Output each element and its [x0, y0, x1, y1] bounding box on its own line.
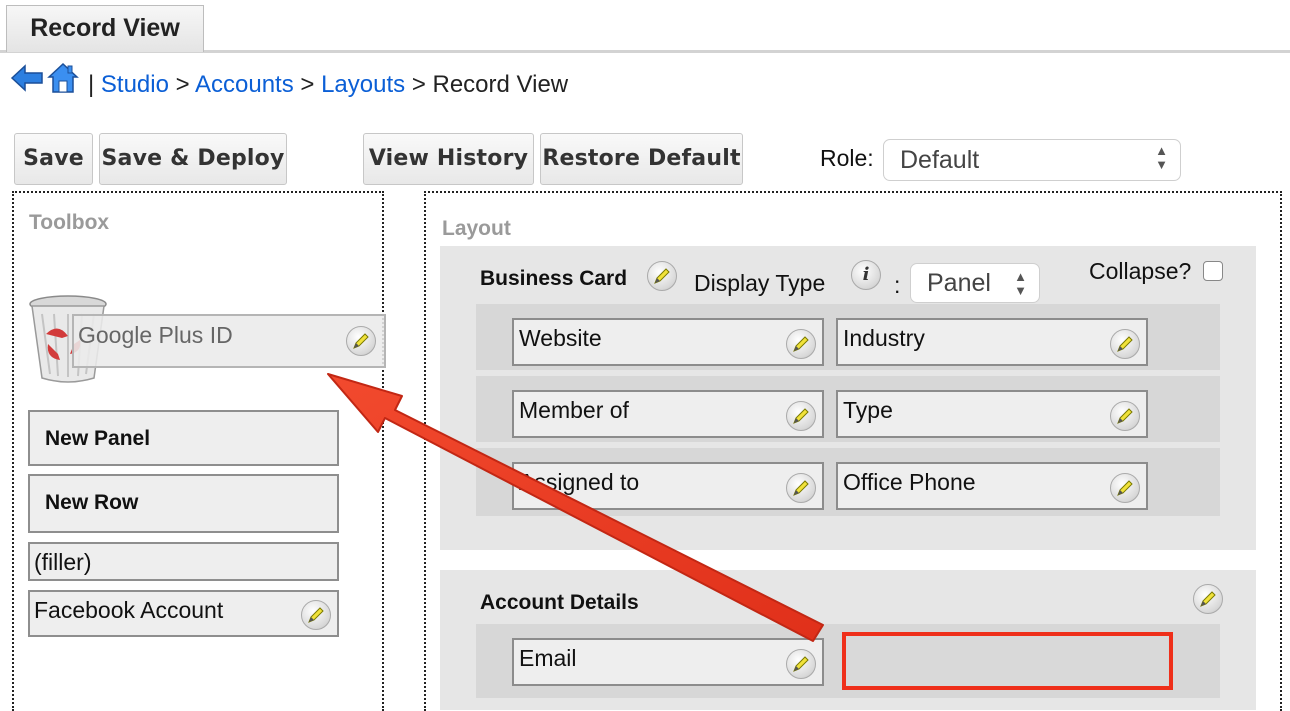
toolbox-title: Toolbox: [29, 211, 110, 234]
new-row-item[interactable]: New Row: [28, 474, 339, 533]
breadcrumb-arrow: >: [175, 71, 190, 98]
new-row-label: New Row: [45, 491, 139, 514]
field-label: Email: [519, 645, 577, 671]
breadcrumb-layouts[interactable]: Layouts: [321, 71, 405, 98]
breadcrumb: | Studio > Accounts > Layouts > Record V…: [88, 70, 568, 100]
field-label: Assigned to: [519, 469, 640, 495]
pencil-icon[interactable]: [1110, 473, 1140, 503]
display-type-value: Panel: [927, 269, 991, 297]
field-member-of[interactable]: Member of: [512, 390, 824, 438]
pencil-icon[interactable]: [786, 401, 816, 431]
pencil-icon[interactable]: [1110, 401, 1140, 431]
dragged-field-label: Google Plus ID: [78, 322, 233, 348]
new-panel-item[interactable]: New Panel: [28, 410, 339, 466]
business-card-title: Business Card: [480, 267, 628, 290]
filler-label: (filler): [34, 549, 92, 575]
pencil-icon[interactable]: [301, 600, 331, 630]
pencil-icon[interactable]: [786, 473, 816, 503]
collapse-label: Collapse?: [1089, 258, 1192, 284]
field-office-phone[interactable]: Office Phone: [836, 462, 1148, 510]
pencil-icon[interactable]: [647, 261, 677, 291]
home-icon[interactable]: [46, 61, 80, 95]
display-type-colon: :: [894, 272, 901, 298]
field-label: Website: [519, 325, 602, 351]
facebook-account-item[interactable]: Facebook Account: [28, 590, 339, 637]
field-label: Type: [843, 397, 893, 423]
field-industry[interactable]: Industry: [836, 318, 1148, 366]
field-label: Member of: [519, 397, 629, 423]
breadcrumb-arrow: >: [411, 71, 426, 98]
tab-record-view[interactable]: Record View: [6, 5, 204, 52]
field-email[interactable]: Email: [512, 638, 824, 686]
account-details-title: Account Details: [480, 591, 639, 614]
role-select[interactable]: Default ▲ ▼: [883, 139, 1181, 181]
breadcrumb-current: Record View: [432, 71, 569, 98]
pencil-icon[interactable]: [1110, 329, 1140, 359]
field-website[interactable]: Website: [512, 318, 824, 366]
facebook-account-label: Facebook Account: [34, 597, 224, 623]
view-history-button[interactable]: View History: [363, 133, 534, 185]
back-arrow-icon[interactable]: [10, 63, 44, 93]
save-button[interactable]: Save: [14, 133, 93, 185]
new-panel-label: New Panel: [45, 427, 151, 450]
layout-title: Layout: [442, 217, 511, 240]
breadcrumb-separator: |: [88, 71, 95, 98]
pencil-icon[interactable]: [786, 649, 816, 679]
breadcrumb-accounts[interactable]: Accounts: [195, 71, 294, 98]
field-label: Industry: [843, 325, 925, 351]
role-label: Role:: [820, 145, 874, 171]
select-arrows-icon: ▲ ▼: [1155, 143, 1168, 172]
save-deploy-button[interactable]: Save & Deploy: [99, 133, 287, 185]
dragged-field-google-plus-id[interactable]: Google Plus ID: [72, 314, 386, 368]
filler-item[interactable]: (filler): [28, 542, 339, 581]
collapse-checkbox[interactable]: [1203, 261, 1223, 281]
field-assigned-to[interactable]: Assigned to: [512, 462, 824, 510]
breadcrumb-arrow: >: [300, 71, 315, 98]
restore-default-button[interactable]: Restore Default: [540, 133, 743, 185]
breadcrumb-studio[interactable]: Studio: [101, 71, 169, 98]
pencil-icon[interactable]: [1193, 584, 1223, 614]
info-icon[interactable]: i: [851, 260, 881, 290]
pencil-icon[interactable]: [786, 329, 816, 359]
display-type-select[interactable]: Panel ▲ ▼: [910, 263, 1040, 303]
role-select-value: Default: [900, 146, 980, 174]
select-arrows-icon: ▲ ▼: [1014, 269, 1027, 298]
field-type[interactable]: Type: [836, 390, 1148, 438]
highlight-box: [842, 632, 1173, 690]
field-label: Office Phone: [843, 469, 976, 495]
display-type-label: Display Type: [694, 270, 826, 296]
pencil-icon[interactable]: [346, 326, 376, 356]
